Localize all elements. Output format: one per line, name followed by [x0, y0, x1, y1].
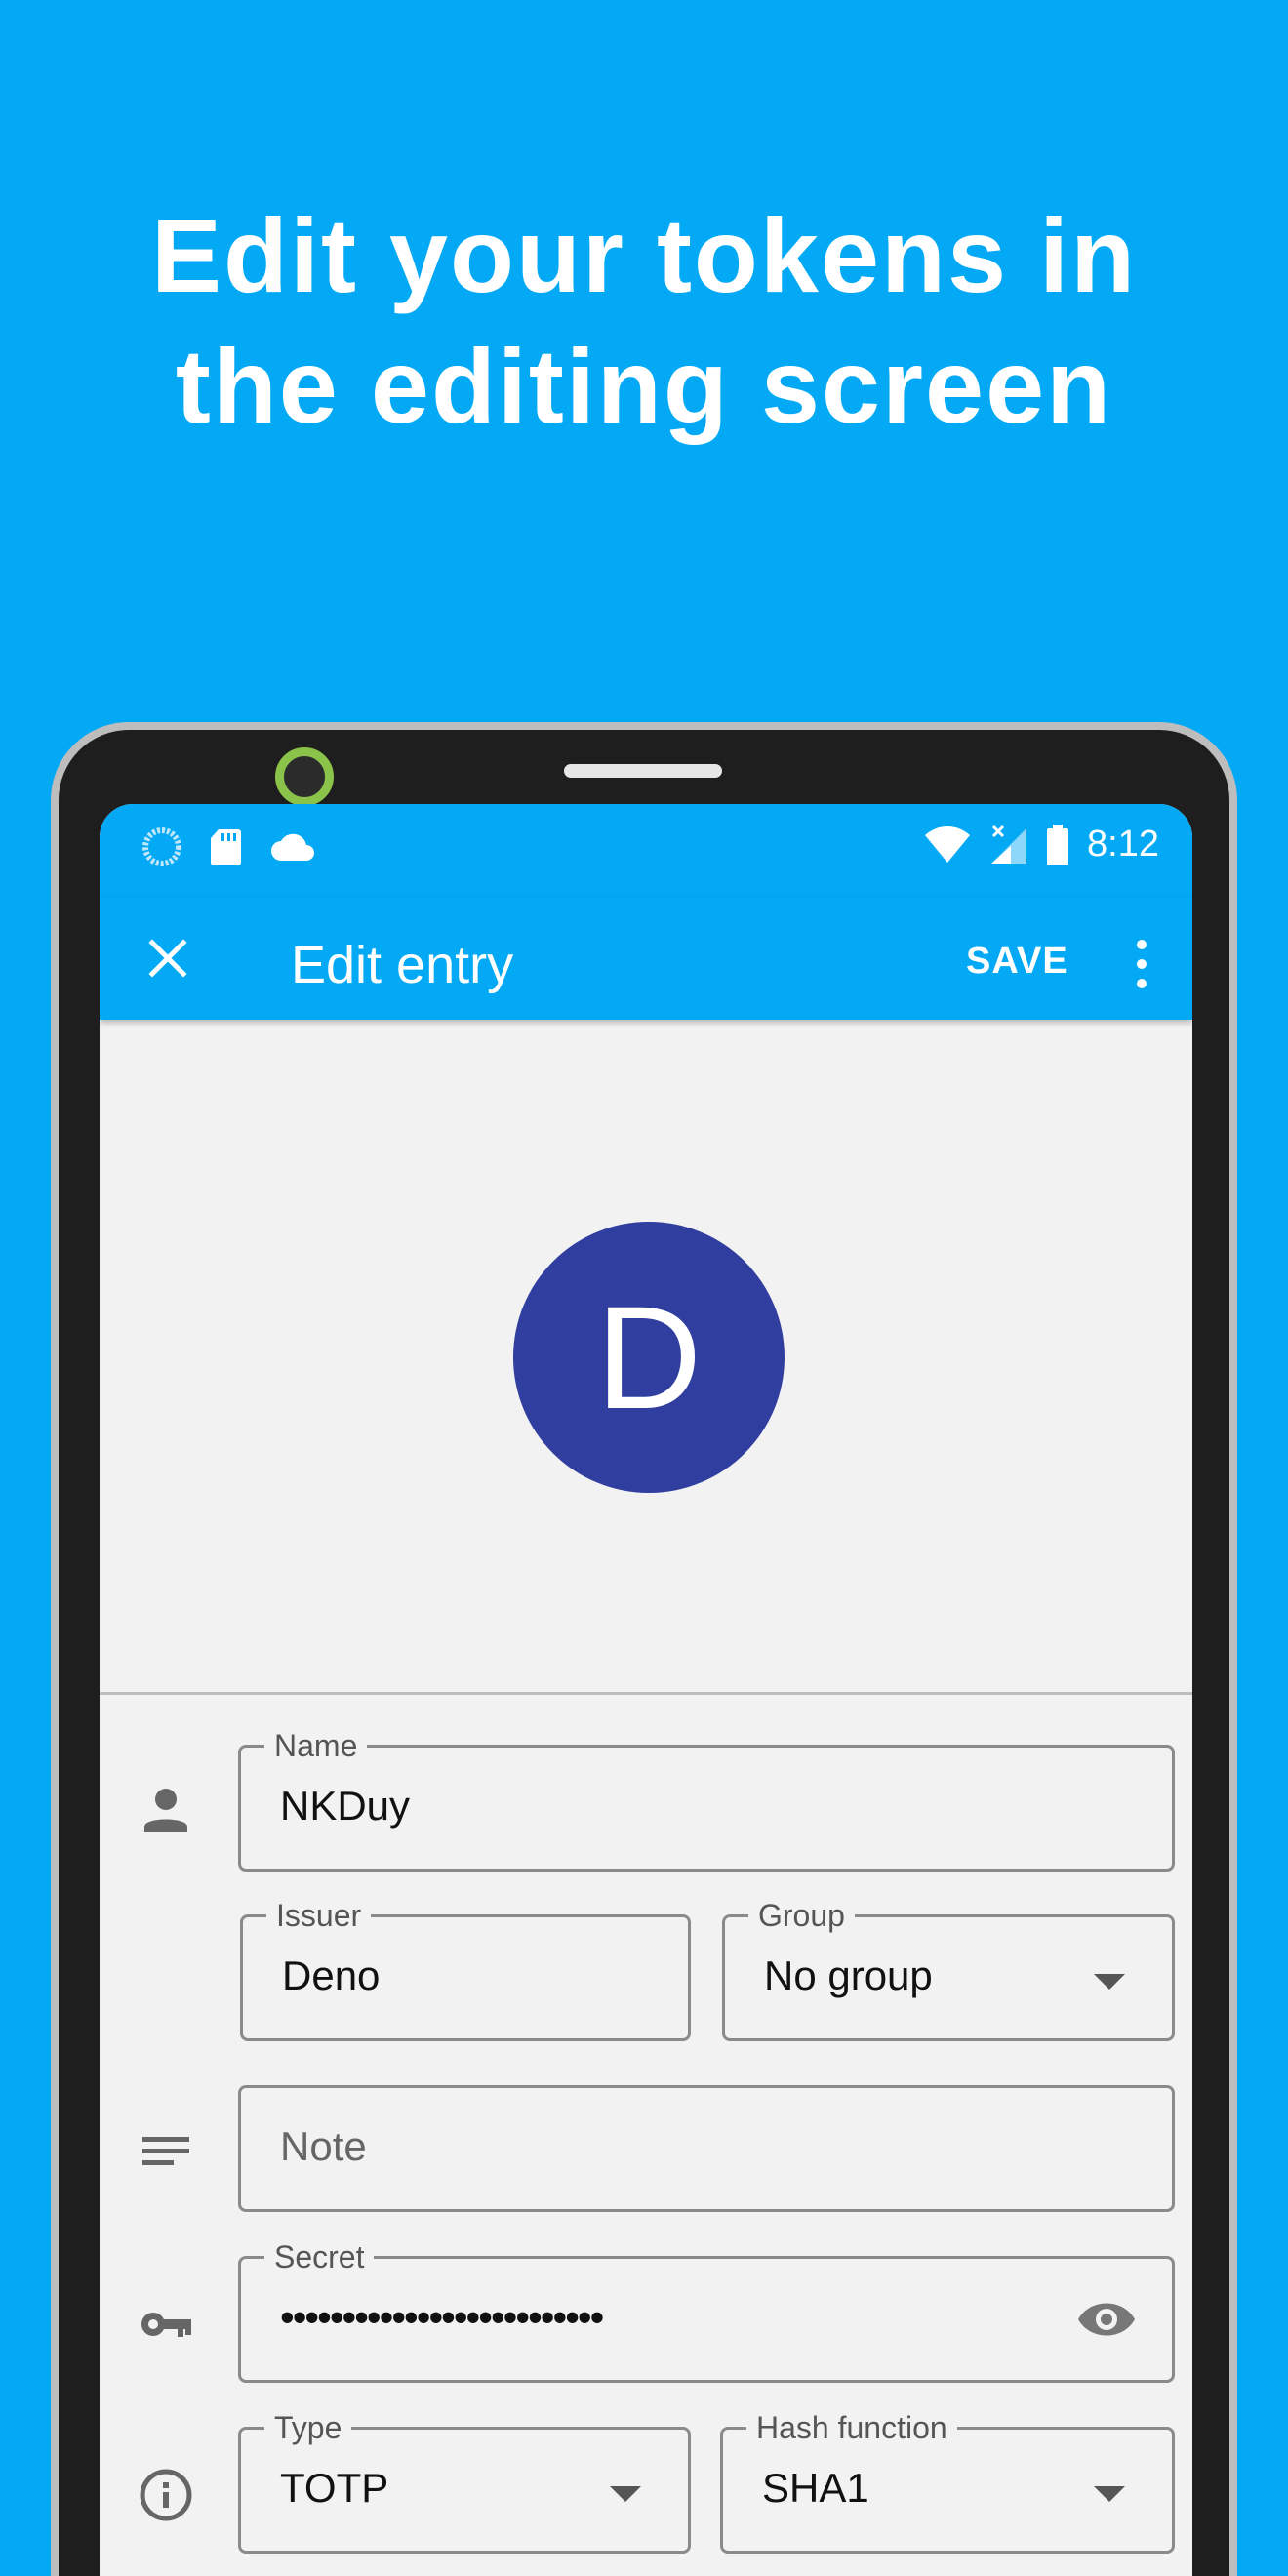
type-value: TOTP	[280, 2465, 389, 2511]
speaker-grille	[564, 764, 722, 778]
group-label: Group	[748, 1896, 855, 1935]
dropdown-arrow-icon	[1094, 1974, 1125, 1990]
group-dropdown[interactable]: Group No group	[722, 1896, 1175, 2041]
type-label: Type	[264, 2408, 352, 2447]
dropdown-arrow-icon	[610, 2486, 641, 2502]
battery-icon	[1047, 824, 1069, 865]
sd-card-icon	[211, 829, 241, 865]
type-dropdown[interactable]: Type TOTP	[238, 2408, 691, 2554]
save-button[interactable]: SAVE	[966, 941, 1068, 983]
phone-frame: 8:12 Edit entry SAVE D Name NKDuy Issuer…	[51, 722, 1237, 2576]
loading-circle-icon	[142, 827, 181, 866]
wifi-icon	[925, 825, 971, 863]
eye-icon[interactable]	[1076, 2296, 1137, 2343]
signal-icon	[991, 825, 1027, 864]
headline-line-1: Edit your tokens in	[150, 196, 1138, 314]
issuer-field[interactable]: Issuer Deno	[240, 1896, 691, 2041]
headline-line-2: the editing screen	[175, 327, 1113, 445]
hash-function-label: Hash function	[746, 2408, 957, 2447]
name-label: Name	[264, 1726, 368, 1765]
status-bar: 8:12	[100, 804, 1192, 898]
cloud-icon	[271, 833, 314, 861]
name-field[interactable]: Name NKDuy	[238, 1726, 1175, 1872]
header-divider	[100, 1692, 1192, 1695]
entry-avatar[interactable]: D	[513, 1222, 785, 1493]
hash-function-value: SHA1	[762, 2465, 869, 2511]
secret-label: Secret	[264, 2237, 375, 2276]
notes-icon	[142, 2137, 189, 2165]
promo-headline: Edit your tokens in the editing screen	[0, 190, 1288, 452]
note-placeholder: Note	[280, 2123, 367, 2169]
group-value: No group	[764, 1952, 933, 1998]
name-value: NKDuy	[280, 1783, 411, 1829]
info-icon	[140, 2469, 192, 2521]
secret-field[interactable]: Secret ••••••••••••••••••••••••••	[238, 2237, 1175, 2383]
dropdown-arrow-icon	[1094, 2486, 1125, 2502]
more-vert-icon[interactable]	[1124, 937, 1159, 991]
phone-screen: 8:12 Edit entry SAVE D Name NKDuy Issuer…	[100, 804, 1192, 2576]
note-field[interactable]: Note	[238, 2085, 1175, 2212]
issuer-label: Issuer	[266, 1896, 372, 1935]
key-icon	[141, 2313, 191, 2337]
status-time: 8:12	[1087, 824, 1159, 865]
camera-lens	[275, 747, 334, 806]
secret-value: ••••••••••••••••••••••••••	[280, 2294, 604, 2340]
hash-function-dropdown[interactable]: Hash function SHA1	[720, 2408, 1175, 2554]
person-icon	[144, 1789, 187, 1832]
issuer-value: Deno	[282, 1952, 381, 1998]
close-icon[interactable]	[139, 929, 197, 987]
page-title: Edit entry	[291, 936, 514, 994]
app-bar: Edit entry SAVE	[100, 898, 1192, 1020]
